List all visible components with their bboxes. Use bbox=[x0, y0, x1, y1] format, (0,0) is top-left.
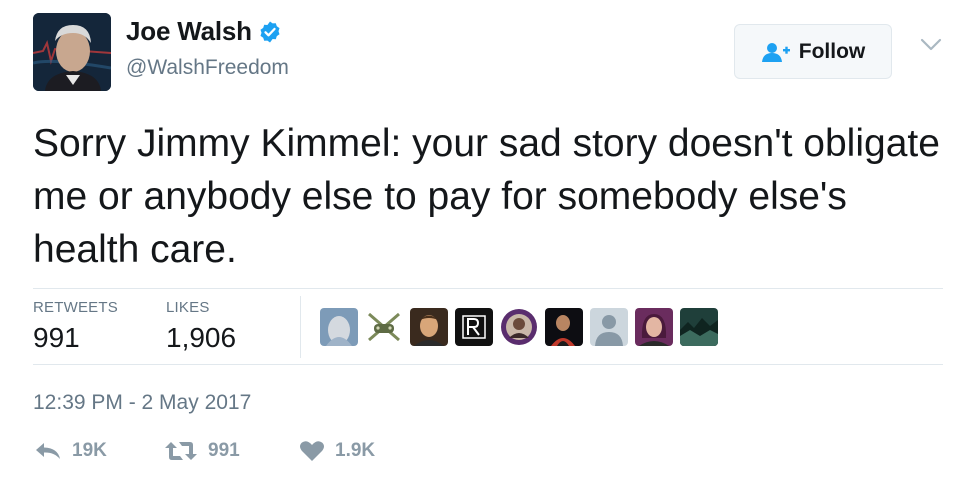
retweets-stat-value: 991 bbox=[33, 322, 80, 353]
reply-count: 19K bbox=[72, 440, 107, 461]
retweets-stat-label: RETWEETS bbox=[33, 299, 118, 316]
author-handle[interactable]: @WalshFreedom bbox=[126, 56, 289, 80]
likes-stat-value: 1,906 bbox=[166, 322, 237, 353]
liker-avatar[interactable] bbox=[365, 308, 403, 346]
tweet-timestamp[interactable]: 12:39 PM - 2 May 2017 bbox=[33, 391, 251, 415]
liker-avatar[interactable] bbox=[500, 308, 538, 346]
reply-icon bbox=[36, 443, 60, 459]
liker-avatar[interactable] bbox=[680, 308, 718, 346]
like-count: 1.9K bbox=[335, 440, 376, 461]
retweet-count: 991 bbox=[208, 440, 240, 461]
verified-badge-icon bbox=[260, 21, 280, 42]
liker-avatar[interactable] bbox=[455, 308, 493, 346]
follow-button[interactable]: Follow bbox=[734, 24, 892, 79]
retweet-button[interactable]: 991 bbox=[164, 440, 240, 462]
author-name-row[interactable]: Joe Walsh bbox=[126, 16, 282, 47]
heart-icon bbox=[300, 441, 324, 461]
likes-stat[interactable]: LIKES 1,906 bbox=[166, 299, 236, 354]
reply-button[interactable]: 19K bbox=[34, 440, 107, 462]
retweets-stat[interactable]: RETWEETS 991 bbox=[33, 299, 118, 354]
liker-avatar[interactable] bbox=[590, 308, 628, 346]
author-display-name[interactable]: Joe Walsh bbox=[126, 16, 252, 47]
liker-avatar[interactable] bbox=[320, 308, 358, 346]
liker-avatar[interactable] bbox=[635, 308, 673, 346]
stats-divider-bottom bbox=[33, 364, 943, 365]
like-button[interactable]: 1.9K bbox=[299, 440, 375, 462]
retweet-icon bbox=[165, 442, 197, 460]
liker-avatar[interactable] bbox=[545, 308, 583, 346]
likes-stat-label: LIKES bbox=[166, 299, 210, 316]
chevron-down-icon[interactable] bbox=[920, 38, 942, 52]
liker-avatar[interactable] bbox=[410, 308, 448, 346]
add-user-icon bbox=[761, 42, 790, 62]
author-avatar[interactable] bbox=[33, 13, 111, 91]
tweet-text: Sorry Jimmy Kimmel: your sad story doesn… bbox=[33, 122, 940, 271]
tweet-card: Joe Walsh @WalshFreedom Follow Sorry Jim… bbox=[0, 0, 980, 484]
stats-divider-top bbox=[33, 288, 943, 289]
liker-avatars bbox=[320, 308, 718, 346]
stats-separator bbox=[300, 296, 301, 358]
follow-button-label: Follow bbox=[798, 39, 866, 63]
